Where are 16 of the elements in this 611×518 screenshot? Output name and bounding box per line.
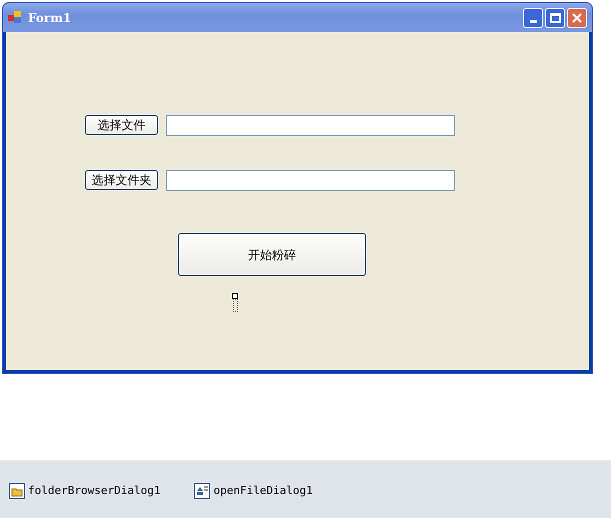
open-dialog-icon bbox=[194, 483, 210, 499]
start-button[interactable]: 开始粉碎 bbox=[178, 233, 366, 276]
maximize-button[interactable] bbox=[545, 8, 565, 28]
browse-button[interactable]: 选择文件 bbox=[85, 115, 158, 135]
folder-icon bbox=[9, 483, 25, 499]
component-label[interactable]: folderBrowserDialog1 bbox=[28, 482, 160, 500]
path-field[interactable] bbox=[166, 170, 455, 191]
close-button[interactable] bbox=[567, 8, 587, 28]
path-field[interactable] bbox=[166, 115, 455, 136]
form-icon bbox=[8, 11, 22, 24]
browse-button[interactable]: 选择文件夹 bbox=[85, 170, 158, 190]
window-title: Form1 bbox=[28, 10, 72, 26]
minimize-button[interactable] bbox=[523, 8, 543, 28]
component-label[interactable]: openFileDialog1 bbox=[213, 482, 313, 500]
close-icon bbox=[571, 12, 583, 24]
empty-label bbox=[232, 293, 239, 313]
